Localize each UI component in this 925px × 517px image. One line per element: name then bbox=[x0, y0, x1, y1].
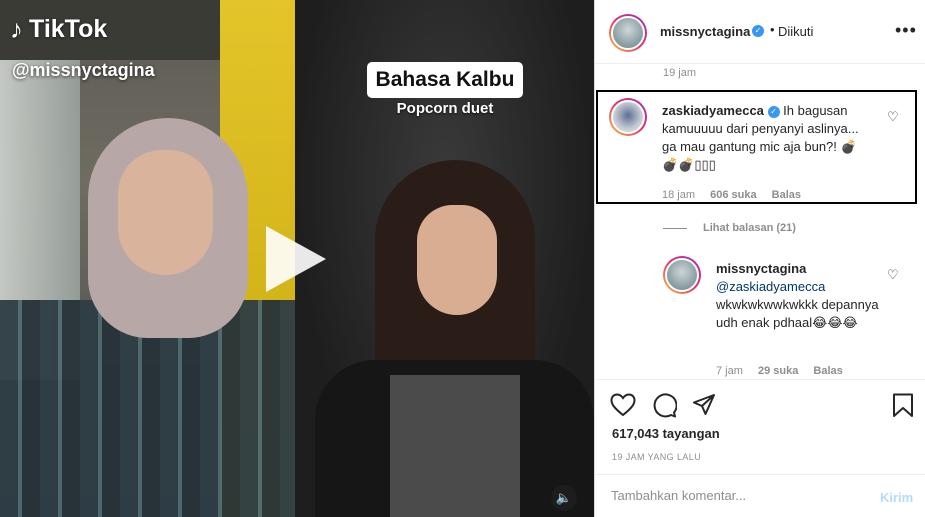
comment-timestamp: 19 jam bbox=[663, 67, 697, 79]
comment-text: zaskiadyamecca ✓ Ih bagusan kamuuuuu dar… bbox=[662, 102, 872, 174]
reply-time: 7 jam bbox=[716, 365, 743, 377]
avatar[interactable] bbox=[609, 98, 647, 136]
post-actions: 617,043 tayangan 19 JAM YANG LALU bbox=[595, 379, 925, 475]
like-heart-icon[interactable]: ♡ bbox=[887, 109, 899, 125]
song-subtitle: Popcorn duet bbox=[396, 100, 494, 117]
post-sidebar: missnyctagina ✓ • Diikuti ••• 19 jam zas… bbox=[594, 0, 925, 517]
comments-list[interactable]: 19 jam zaskiadyamecca ✓ Ih bagusan kamuu… bbox=[595, 65, 925, 379]
post-timestamp: 19 JAM YANG LALU bbox=[612, 452, 702, 462]
tiktok-logo: ♪ TikTok bbox=[10, 14, 107, 45]
tiktok-note-icon: ♪ bbox=[10, 14, 23, 44]
tiktok-brand: TikTok bbox=[29, 15, 108, 43]
reply-button[interactable]: Balas bbox=[813, 365, 842, 377]
verified-badge-icon: ✓ bbox=[752, 25, 764, 37]
reply-likes[interactable]: 29 suka bbox=[758, 365, 798, 377]
tshirt bbox=[390, 375, 520, 517]
instagram-post-view: ♪ TikTok @missnyctagina Bahasa Kalbu Pop… bbox=[0, 0, 925, 517]
reply-meta: 7 jam 29 suka Balas bbox=[716, 365, 855, 377]
verified-badge-icon: ✓ bbox=[767, 105, 780, 118]
comment-username[interactable]: zaskiadyamecca bbox=[662, 103, 764, 118]
post-header: missnyctagina ✓ • Diikuti ••• bbox=[595, 0, 925, 64]
post-username[interactable]: missnyctagina bbox=[660, 24, 750, 39]
face-right bbox=[417, 205, 497, 315]
play-icon[interactable] bbox=[266, 226, 326, 292]
more-horizontal-icon[interactable]: ••• bbox=[895, 20, 917, 41]
reply-username[interactable]: missnyctagina bbox=[716, 261, 806, 276]
comment-icon[interactable] bbox=[651, 393, 677, 418]
view-replies-button[interactable]: Lihat balasan (21) bbox=[663, 222, 796, 234]
post-comment-button[interactable]: Kirim bbox=[880, 490, 913, 505]
share-send-icon[interactable] bbox=[692, 393, 716, 417]
view-count[interactable]: 617,043 tayangan bbox=[612, 426, 720, 441]
reply-mention-link[interactable]: @zaskiadyamecca bbox=[716, 279, 825, 294]
bookmark-icon[interactable] bbox=[892, 393, 914, 418]
video-player[interactable]: ♪ TikTok @missnyctagina Bahasa Kalbu Pop… bbox=[0, 0, 594, 517]
follow-status-button[interactable]: Diikuti bbox=[778, 24, 813, 39]
reply-button[interactable]: Balas bbox=[772, 189, 801, 201]
face-left bbox=[118, 150, 213, 275]
tiktok-watermark-user: @missnyctagina bbox=[12, 60, 155, 80]
comment-input[interactable] bbox=[611, 488, 861, 503]
comment-meta: 18 jam 606 suka Balas bbox=[662, 189, 813, 201]
like-heart-icon[interactable]: ♡ bbox=[887, 267, 899, 283]
like-heart-icon[interactable] bbox=[610, 393, 636, 417]
divider-line bbox=[663, 227, 687, 229]
separator-dot: • bbox=[770, 22, 775, 37]
reply-text: missnyctagina @zaskiadyamecca wkwkwkwwkw… bbox=[716, 260, 886, 332]
reply-body: wkwkwkwwkwkkk depannya udh enak pdhaal😂😂… bbox=[716, 297, 879, 330]
comment-likes[interactable]: 606 suka bbox=[710, 189, 756, 201]
avatar[interactable] bbox=[609, 14, 647, 52]
song-title: Bahasa Kalbu bbox=[367, 62, 523, 98]
volume-icon[interactable]: 🔈 bbox=[551, 485, 577, 511]
avatar[interactable] bbox=[663, 256, 701, 294]
add-comment-bar: Kirim bbox=[595, 476, 925, 517]
view-replies-label: Lihat balasan (21) bbox=[703, 222, 796, 234]
comment-time: 18 jam bbox=[662, 189, 696, 201]
